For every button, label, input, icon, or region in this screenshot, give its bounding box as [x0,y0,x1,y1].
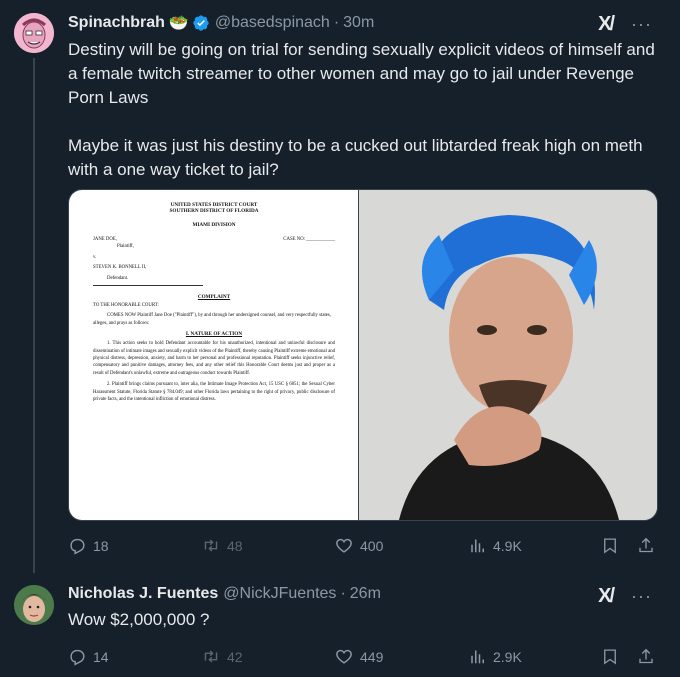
avatar-cartoon-icon [14,13,54,53]
doc-intro: COMES NOW Plaintiff Jane Doe ("Plaintiff… [93,313,331,326]
salad-emoji: 🥗 [168,15,189,32]
bookmark-button[interactable] [601,647,619,666]
repost-icon [204,539,218,552]
like-button[interactable]: 449 [334,647,383,666]
avatar[interactable] [14,585,54,625]
repost-button[interactable]: 48 [201,536,243,555]
views-icon [471,539,484,553]
more-options-icon[interactable]: ··· [631,586,652,607]
doc-section-heading: I. NATURE OF ACTION [185,331,243,338]
doc-court-line2: SOUTHERN DISTRICT OF FLORIDA [169,208,259,215]
tweet-spinachbrah[interactable]: Spinachbrah 🥗 @basedspinach · 30m X/ ···… [0,0,680,573]
share-button[interactable] [637,536,655,555]
reply-icon [70,538,85,555]
repost-icon [204,650,218,663]
display-name[interactable]: Spinachbrah [68,14,165,32]
doc-defendant-label: Defendant. [107,276,129,282]
display-name[interactable]: Nicholas J. Fuentes [68,585,218,603]
doc-paragraph-1: 1. This action seeks to hold Defendant a… [93,341,335,376]
doc-complaint-title: COMPLAINT [197,293,231,300]
court-document-image[interactable]: UNITED STATES DISTRICT COURT SOUTHERN DI… [69,190,358,520]
reply-count: 14 [93,648,109,665]
share-button[interactable] [637,647,655,666]
doc-plaintiff-label: Plaintiff, [117,244,134,250]
repost-button[interactable]: 42 [201,647,243,666]
blue-haired-man-illustration [359,190,657,520]
heart-icon [336,538,352,553]
doc-v: v. [93,255,97,261]
doc-plaintiff: JANE DOE, [93,236,117,242]
timestamp[interactable]: 26m [350,585,381,603]
handle[interactable]: @NickJFuentes [223,585,336,603]
views-button[interactable]: 4.9K [469,536,522,555]
grok-icon[interactable]: X/ [598,13,615,36]
reply-icon [70,649,85,666]
avatar-photo-icon [14,585,54,625]
like-button[interactable]: 400 [334,536,383,555]
bookmark-icon [604,538,616,554]
bookmark-button[interactable] [601,536,619,555]
reply-button[interactable]: 18 [68,536,109,555]
portrait-photo[interactable] [358,190,657,520]
views-icon [471,650,484,664]
more-options-icon[interactable]: ··· [631,14,652,35]
timestamp[interactable]: 30m [343,14,374,32]
views-count: 2.9K [493,648,522,665]
tweet-text: Wow $2,000,000 ? [68,610,210,629]
repost-count: 42 [227,648,243,665]
thread-line [33,58,35,573]
bookmark-icon [604,649,616,665]
tweet-media[interactable]: UNITED STATES DISTRICT COURT SOUTHERN DI… [68,189,658,521]
doc-case-no: CASE NO: ____________ [283,236,335,242]
avatar[interactable] [14,13,54,53]
views-button[interactable]: 2.9K [469,647,522,666]
doc-division: MIAMI DIVISION [192,222,236,229]
share-icon [639,537,653,553]
doc-defendant: STEVEN K. BONNELL II, [93,264,147,270]
share-icon [639,648,653,664]
doc-paragraph-2: 2. Plaintiff brings claims pursuant to, … [93,382,335,403]
reply-count: 18 [93,537,109,554]
grok-icon[interactable]: X/ [598,585,615,608]
views-count: 4.9K [493,537,522,554]
heart-icon [336,649,352,664]
reply-button[interactable]: 14 [68,647,109,666]
doc-to-court: TO THE HONORABLE COURT: [93,302,159,308]
tweet-text: Destiny will be going on trial for sendi… [68,40,655,179]
like-count: 449 [360,648,384,665]
tweet-nickjfuentes[interactable]: Nicholas J. Fuentes @NickJFuentes · 26m … [0,565,680,677]
repost-count: 48 [227,537,243,554]
like-count: 400 [360,537,384,554]
verified-badge-icon [192,14,210,32]
handle[interactable]: @basedspinach [215,14,330,32]
